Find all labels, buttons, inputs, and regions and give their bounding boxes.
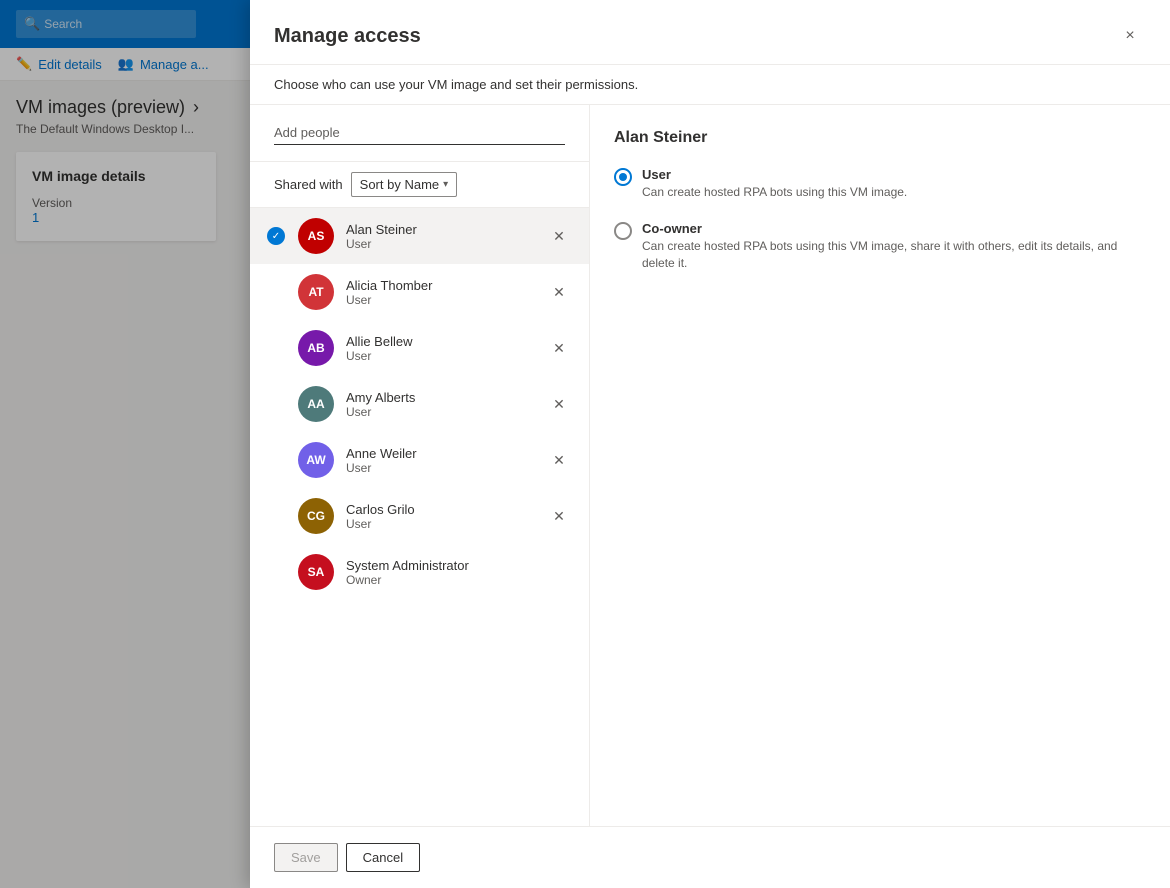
person-info: Amy Alberts User xyxy=(346,390,533,419)
person-name: Allie Bellew xyxy=(346,334,533,349)
person-role: User xyxy=(346,293,533,307)
close-button[interactable]: × xyxy=(1114,20,1146,52)
remove-person-button[interactable]: ✕ xyxy=(545,390,573,418)
permissions-list: User Can create hosted RPA bots using th… xyxy=(614,167,1146,271)
remove-person-button[interactable]: ✕ xyxy=(545,502,573,530)
modal-footer: Save Cancel xyxy=(250,826,1170,888)
person-info: Allie Bellew User xyxy=(346,334,533,363)
list-item[interactable]: AT Alicia Thomber User ✕ xyxy=(250,264,589,320)
list-item[interactable]: AW Anne Weiler User ✕ xyxy=(250,432,589,488)
modal-subtitle: Choose who can use your VM image and set… xyxy=(250,65,1170,105)
avatar: AW xyxy=(298,442,334,478)
person-name: Alan Steiner xyxy=(346,222,533,237)
radio-user[interactable] xyxy=(614,168,632,186)
remove-person-button[interactable]: ✕ xyxy=(545,334,573,362)
list-item[interactable]: CG Carlos Grilo User ✕ xyxy=(250,488,589,544)
permission-description: Can create hosted RPA bots using this VM… xyxy=(642,184,907,201)
selected-user-name: Alan Steiner xyxy=(614,129,1146,147)
radio-inner xyxy=(619,173,627,181)
remove-person-button[interactable]: ✕ xyxy=(545,278,573,306)
person-info: System Administrator Owner xyxy=(346,558,573,587)
modal-title: Manage access xyxy=(274,25,421,48)
people-list: ✓AS Alan Steiner User ✕AT Alicia Thomber… xyxy=(250,208,589,826)
shared-with-label: Shared with xyxy=(274,177,343,192)
cancel-button[interactable]: Cancel xyxy=(346,843,420,872)
list-item[interactable]: ✓ AS Alan Steiner User ✕ xyxy=(250,208,589,264)
radio-co-owner[interactable] xyxy=(614,222,632,240)
person-name: System Administrator xyxy=(346,558,573,573)
person-info: Alicia Thomber User xyxy=(346,278,533,307)
avatar: AA xyxy=(298,386,334,422)
person-name: Amy Alberts xyxy=(346,390,533,405)
avatar: AS xyxy=(298,218,334,254)
permission-option[interactable]: User Can create hosted RPA bots using th… xyxy=(614,167,1146,201)
person-role: User xyxy=(346,237,533,251)
sort-section: Shared with Sort by Name ▾ xyxy=(250,162,589,208)
permission-text: Co-owner Can create hosted RPA bots usin… xyxy=(642,221,1146,272)
avatar: AB xyxy=(298,330,334,366)
person-role: User xyxy=(346,405,533,419)
person-role: User xyxy=(346,349,533,363)
permission-description: Can create hosted RPA bots using this VM… xyxy=(642,238,1146,272)
save-button[interactable]: Save xyxy=(274,843,338,872)
avatar: AT xyxy=(298,274,334,310)
person-role: User xyxy=(346,461,533,475)
chevron-down-icon: ▾ xyxy=(443,179,448,190)
modal-header: Manage access × xyxy=(250,0,1170,65)
avatar: SA xyxy=(298,554,334,590)
modal-body: Shared with Sort by Name ▾ ✓ AS Alan Stei… xyxy=(250,105,1170,826)
permission-name: Co-owner xyxy=(642,221,1146,236)
permission-option[interactable]: Co-owner Can create hosted RPA bots usin… xyxy=(614,221,1146,272)
right-panel: Alan Steiner User Can create hosted RPA … xyxy=(590,105,1170,826)
permission-name: User xyxy=(642,167,907,182)
remove-person-button[interactable]: ✕ xyxy=(545,222,573,250)
person-role: User xyxy=(346,517,533,531)
person-info: Carlos Grilo User xyxy=(346,502,533,531)
sort-dropdown[interactable]: Sort by Name ▾ xyxy=(351,172,458,197)
add-people-section xyxy=(250,105,589,162)
person-info: Alan Steiner User xyxy=(346,222,533,251)
left-panel: Shared with Sort by Name ▾ ✓ AS Alan Stei… xyxy=(250,105,590,826)
person-name: Carlos Grilo xyxy=(346,502,533,517)
avatar: CG xyxy=(298,498,334,534)
person-name: Anne Weiler xyxy=(346,446,533,461)
person-info: Anne Weiler User xyxy=(346,446,533,475)
sort-dropdown-label: Sort by Name xyxy=(360,177,439,192)
list-item[interactable]: AB Allie Bellew User ✕ xyxy=(250,320,589,376)
list-item[interactable]: AA Amy Alberts User ✕ xyxy=(250,376,589,432)
permission-text: User Can create hosted RPA bots using th… xyxy=(642,167,907,201)
add-people-input[interactable] xyxy=(274,121,565,145)
person-check: ✓ xyxy=(266,227,286,245)
manage-access-modal: Manage access × Choose who can use your … xyxy=(250,0,1170,888)
list-item[interactable]: SA System Administrator Owner xyxy=(250,544,589,600)
check-icon: ✓ xyxy=(267,227,285,245)
remove-person-button[interactable]: ✕ xyxy=(545,446,573,474)
person-role: Owner xyxy=(346,573,573,587)
person-name: Alicia Thomber xyxy=(346,278,533,293)
